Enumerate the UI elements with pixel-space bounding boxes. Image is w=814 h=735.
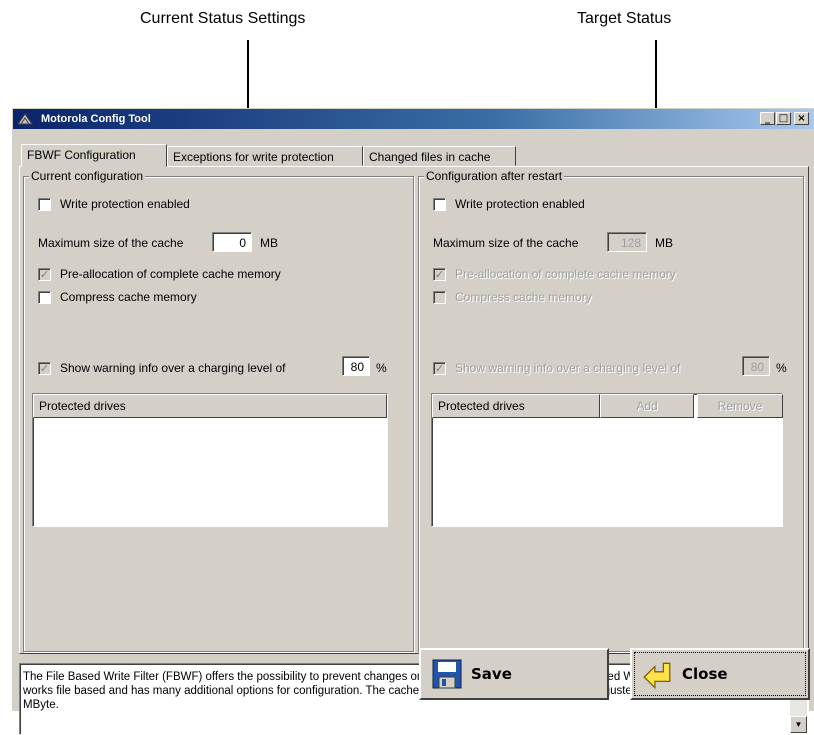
current-warning-level-field[interactable]: 80 [342, 356, 370, 376]
add-drive-button[interactable]: Add [600, 394, 694, 418]
compress-label: Compress cache memory [60, 290, 197, 304]
target-warning-level-field[interactable]: 80 [742, 356, 770, 376]
compress-checkbox[interactable] [38, 291, 51, 304]
save-label: Save [471, 665, 512, 683]
target-prealloc-label: Pre-allocation of complete cache memory [455, 267, 676, 281]
tab-changed-files[interactable]: Changed files in cache [363, 146, 516, 166]
motorola-app-icon [17, 113, 33, 125]
config-tool-window: Motorola Config Tool _ □ × FBWF Configur… [12, 108, 814, 735]
callout-current-status: Current Status Settings [140, 10, 306, 27]
warning-label: Show warning info over a charging level … [60, 361, 286, 375]
target-cache-unit: MB [655, 236, 673, 250]
scroll-down-icon[interactable]: ▼ [790, 716, 807, 733]
target-warning-checkbox[interactable]: ✓ [433, 362, 446, 375]
tab-fbwf-configuration[interactable]: FBWF Configuration [21, 144, 167, 167]
save-button[interactable]: Save [419, 648, 609, 700]
tab-exceptions[interactable]: Exceptions for write protection [167, 146, 363, 166]
callout-target-status: Target Status [577, 10, 672, 27]
target-configuration-title: Configuration after restart [424, 169, 565, 183]
target-cache-size-label: Maximum size of the cache [433, 236, 579, 250]
write-protection-checkbox[interactable] [38, 198, 51, 211]
target-compress-label: Compress cache memory [455, 290, 592, 304]
close-label: Close [682, 665, 728, 683]
target-protected-drives-header: Protected drives [432, 394, 600, 418]
target-write-protection-label: Write protection enabled [455, 197, 585, 211]
close-window-button[interactable]: × [794, 112, 809, 125]
window-title: Motorola Config Tool [41, 113, 151, 125]
tab-panel: Current configuration Write protection e… [19, 166, 809, 654]
minimize-button[interactable]: _ [760, 112, 775, 125]
prealloc-label: Pre-allocation of complete cache memory [60, 267, 281, 281]
current-configuration-group: Current configuration Write protection e… [23, 169, 414, 652]
target-cache-size-field[interactable]: 128 [607, 232, 647, 252]
warning-checkbox[interactable]: ✓ [38, 362, 51, 375]
target-prealloc-checkbox[interactable]: ✓ [433, 268, 446, 281]
close-button[interactable]: Close [630, 648, 810, 700]
title-bar[interactable]: Motorola Config Tool _ □ × [13, 109, 814, 129]
maximize-button[interactable]: □ [776, 112, 791, 125]
target-configuration-group: Configuration after restart Write protec… [418, 169, 804, 652]
current-warning-unit: % [376, 361, 387, 375]
floppy-disk-icon [432, 659, 462, 689]
write-protection-label: Write protection enabled [60, 197, 190, 211]
current-cache-size-label: Maximum size of the cache [38, 236, 184, 250]
exit-arrow-icon [643, 662, 671, 690]
current-cache-size-field[interactable]: 0 [212, 232, 252, 252]
target-compress-checkbox[interactable] [433, 291, 446, 304]
current-protected-drives-header: Protected drives [33, 394, 387, 418]
current-configuration-title: Current configuration [29, 169, 146, 183]
current-cache-unit: MB [260, 236, 278, 250]
target-warning-label: Show warning info over a charging level … [455, 361, 681, 375]
remove-drive-button[interactable]: Remove [697, 394, 783, 418]
prealloc-checkbox[interactable]: ✓ [38, 268, 51, 281]
target-write-protection-checkbox[interactable] [433, 198, 446, 211]
target-warning-unit: % [776, 361, 787, 375]
